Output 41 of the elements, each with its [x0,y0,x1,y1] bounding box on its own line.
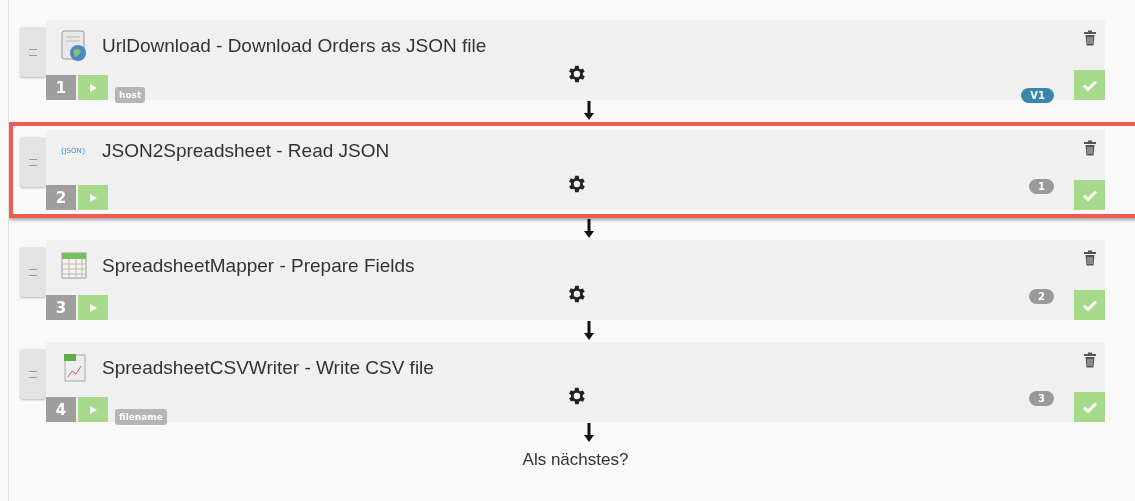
delete-icon[interactable] [1082,140,1097,156]
step-title: JSON2Spreadsheet - Read JSON [102,140,390,162]
run-button[interactable] [78,185,108,210]
delete-icon[interactable] [1082,352,1097,368]
step-title: SpreadsheetCSVWriter - Write CSV file [102,357,434,379]
step-badge: 3 [1029,391,1054,406]
delete-icon[interactable] [1082,250,1097,266]
step-title: UrlDownload - Download Orders as JSON file [102,35,487,57]
arrow-icon [582,101,595,121]
step-title: SpreadsheetMapper - Prepare Fields [102,255,415,277]
step-number: 4 [46,397,76,422]
drag-handle[interactable] [20,137,46,187]
drag-handle[interactable] [20,27,46,77]
step-number: 3 [46,295,76,320]
step-badge: V1 [1021,88,1054,103]
run-button[interactable] [78,75,108,100]
confirm-button[interactable] [1074,392,1105,422]
drag-handle[interactable] [20,349,46,399]
delete-icon[interactable] [1082,30,1097,46]
globe-document-icon [60,30,88,62]
arrow-icon [582,423,595,443]
confirm-button[interactable] [1074,70,1105,100]
step-badge: 1 [1029,179,1054,194]
confirm-button[interactable] [1074,290,1105,320]
next-step-prompt[interactable]: Als nächstes? [20,450,1105,470]
run-button[interactable] [78,295,108,320]
arrow-icon [582,219,595,239]
drag-handle[interactable] [20,247,46,297]
step-badge: 2 [1029,289,1054,304]
play-icon [88,302,98,313]
step-number: 2 [46,185,76,210]
play-icon [88,82,98,93]
play-icon [88,192,98,203]
play-icon [88,404,98,415]
arrow-icon [582,321,595,341]
confirm-button[interactable] [1074,180,1105,210]
spreadsheet-icon [60,250,88,282]
parameter-tag: host [115,87,146,103]
run-button[interactable] [78,397,108,422]
parameter-tag: filename [115,409,167,425]
step-number: 1 [46,75,76,100]
